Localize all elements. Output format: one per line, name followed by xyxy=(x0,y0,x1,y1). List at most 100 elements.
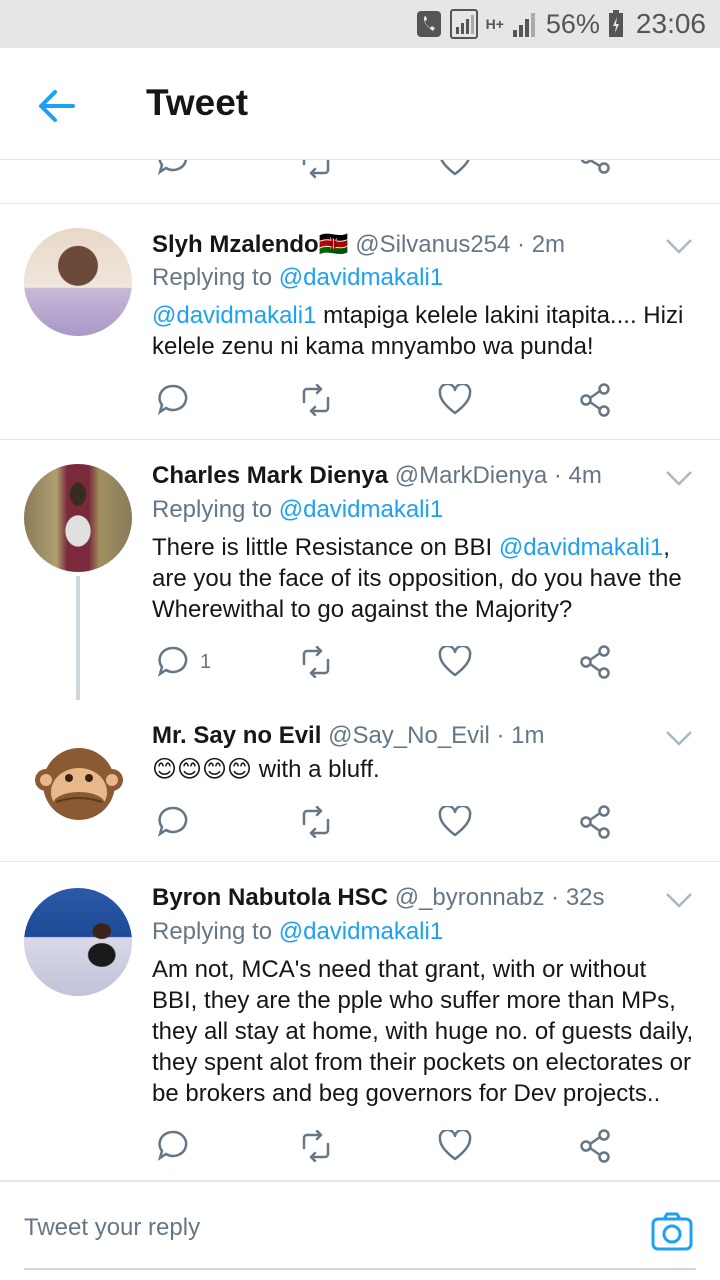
like-icon[interactable] xyxy=(438,160,472,189)
reply-icon[interactable] xyxy=(156,160,188,189)
retweet-icon xyxy=(302,384,330,416)
timestamp: · 4m xyxy=(553,462,602,489)
like-icon xyxy=(438,646,472,677)
chevron-down-icon[interactable] xyxy=(664,234,694,258)
display-name[interactable]: Byron Nabutola HSC xyxy=(152,884,388,911)
previous-tweet-actions xyxy=(0,160,720,204)
battery-icon xyxy=(608,10,623,37)
share-icon xyxy=(580,383,610,417)
share-icon xyxy=(580,805,610,839)
page-title: Tweet xyxy=(146,82,249,123)
share-icon xyxy=(580,645,610,679)
tweet[interactable]: Slyh Mzalendo🇰🇪 @Silvanus254 · 2m Replyi… xyxy=(0,204,720,440)
share-icon[interactable] xyxy=(580,160,612,189)
display-name[interactable]: Mr. Say no Evil xyxy=(152,722,321,749)
like-button[interactable] xyxy=(438,376,472,424)
emoji-text: 😊😊😊😊 xyxy=(152,756,253,783)
camera-button[interactable] xyxy=(650,1210,694,1254)
retweet-button[interactable] xyxy=(298,376,334,424)
tweet-actions: 1 xyxy=(152,638,672,686)
like-icon xyxy=(438,1130,472,1161)
signal-icon xyxy=(512,13,535,37)
reply-compose-bar xyxy=(0,1180,720,1280)
app-header: Tweet xyxy=(0,48,720,160)
avatar[interactable] xyxy=(24,464,132,572)
tweet-header: Charles Mark Dienya @MarkDienya · 4m xyxy=(152,462,650,490)
tweet[interactable]: Mr. Say no Evil @Say_No_Evil · 1m 😊😊😊😊 w… xyxy=(0,700,720,862)
battery-percent: 56% xyxy=(545,8,600,39)
reply-input[interactable] xyxy=(24,1214,584,1242)
share-button[interactable] xyxy=(580,638,612,686)
mention-link[interactable]: @davidmakali1 xyxy=(152,302,316,329)
reply-mention-link[interactable]: @davidmakali1 xyxy=(279,496,443,523)
replying-to: Replying to @davidmakali1 xyxy=(152,496,444,523)
status-bar: H+ 56% 23:06 xyxy=(0,0,720,48)
avatar[interactable] xyxy=(24,228,132,336)
handle[interactable]: @Silvanus254 xyxy=(355,231,510,258)
tweet-actions xyxy=(152,798,672,846)
back-button[interactable] xyxy=(26,78,86,134)
sim-signal-icon xyxy=(449,9,478,39)
share-button[interactable] xyxy=(580,798,612,846)
arrow-left-icon xyxy=(39,90,75,122)
handle[interactable]: @_byronnabz xyxy=(395,884,545,911)
tweet[interactable]: Byron Nabutola HSC @_byronnabz · 32s Rep… xyxy=(0,862,720,1178)
reply-icon xyxy=(157,1130,188,1161)
tweet-header: Byron Nabutola HSC @_byronnabz · 32s xyxy=(152,884,650,912)
timestamp: · 32s xyxy=(551,884,605,911)
handle[interactable]: @MarkDienya xyxy=(395,462,547,489)
like-icon xyxy=(438,806,472,837)
network-type: H+ xyxy=(485,16,504,32)
phone-icon xyxy=(416,11,441,37)
chevron-down-icon[interactable] xyxy=(664,888,694,912)
reply-button[interactable] xyxy=(156,798,188,846)
like-button[interactable] xyxy=(438,1122,472,1170)
tweet-text: Am not, MCA's need that grant, with or w… xyxy=(152,956,694,1107)
reply-button[interactable]: 1 xyxy=(156,638,211,686)
chevron-down-icon[interactable] xyxy=(664,466,694,490)
reply-mention-link[interactable]: @davidmakali1 xyxy=(279,918,443,945)
tweet[interactable]: Charles Mark Dienya @MarkDienya · 4m Rep… xyxy=(0,440,720,700)
tweet-header: Slyh Mzalendo🇰🇪 @Silvanus254 · 2m xyxy=(152,230,650,259)
status-icons: H+ 56% 23:06 xyxy=(416,6,706,42)
mention-link[interactable]: @davidmakali1 xyxy=(499,534,663,561)
retweet-button[interactable] xyxy=(298,1122,334,1170)
retweet-icon[interactable] xyxy=(298,160,334,189)
retweet-icon xyxy=(302,806,330,838)
tweet-text: There is little Resistance on BBI @david… xyxy=(152,534,682,623)
timestamp: · 1m xyxy=(496,722,545,749)
flag-emoji: 🇰🇪 xyxy=(318,231,349,258)
share-button[interactable] xyxy=(580,376,612,424)
share-icon xyxy=(580,1129,610,1163)
reply-icon xyxy=(157,646,188,677)
avatar[interactable] xyxy=(24,888,132,996)
clock: 23:06 xyxy=(635,8,706,39)
display-name[interactable]: Charles Mark Dienya xyxy=(152,462,388,489)
timestamp: · 2m xyxy=(517,231,566,258)
like-icon xyxy=(438,384,472,415)
tweet-header: Mr. Say no Evil @Say_No_Evil · 1m xyxy=(152,722,650,750)
share-button[interactable] xyxy=(580,1122,612,1170)
tweet-actions xyxy=(152,1122,672,1170)
like-button[interactable] xyxy=(438,798,472,846)
retweet-button[interactable] xyxy=(298,798,334,846)
avatar[interactable] xyxy=(34,738,124,828)
handle[interactable]: @Say_No_Evil xyxy=(328,722,490,749)
retweet-icon xyxy=(302,1130,330,1162)
reply-icon xyxy=(157,384,188,415)
reply-button[interactable] xyxy=(156,376,188,424)
reply-icon xyxy=(157,806,188,837)
tweet-text: 😊😊😊😊 with a bluff. xyxy=(152,756,380,783)
monkey-emoji-icon xyxy=(35,748,123,820)
reply-button[interactable] xyxy=(156,1122,188,1170)
reply-mention-link[interactable]: @davidmakali1 xyxy=(279,264,443,291)
replying-to: Replying to @davidmakali1 xyxy=(152,918,444,945)
chevron-down-icon[interactable] xyxy=(664,726,694,750)
like-button[interactable] xyxy=(438,638,472,686)
camera-icon xyxy=(651,1212,693,1251)
tweet-text: @davidmakali1 mtapiga kelele lakini itap… xyxy=(152,302,684,360)
retweet-button[interactable] xyxy=(298,638,334,686)
input-underline xyxy=(24,1268,696,1270)
replying-to: Replying to @davidmakali1 xyxy=(152,264,444,291)
display-name[interactable]: Slyh Mzalendo xyxy=(152,231,319,258)
